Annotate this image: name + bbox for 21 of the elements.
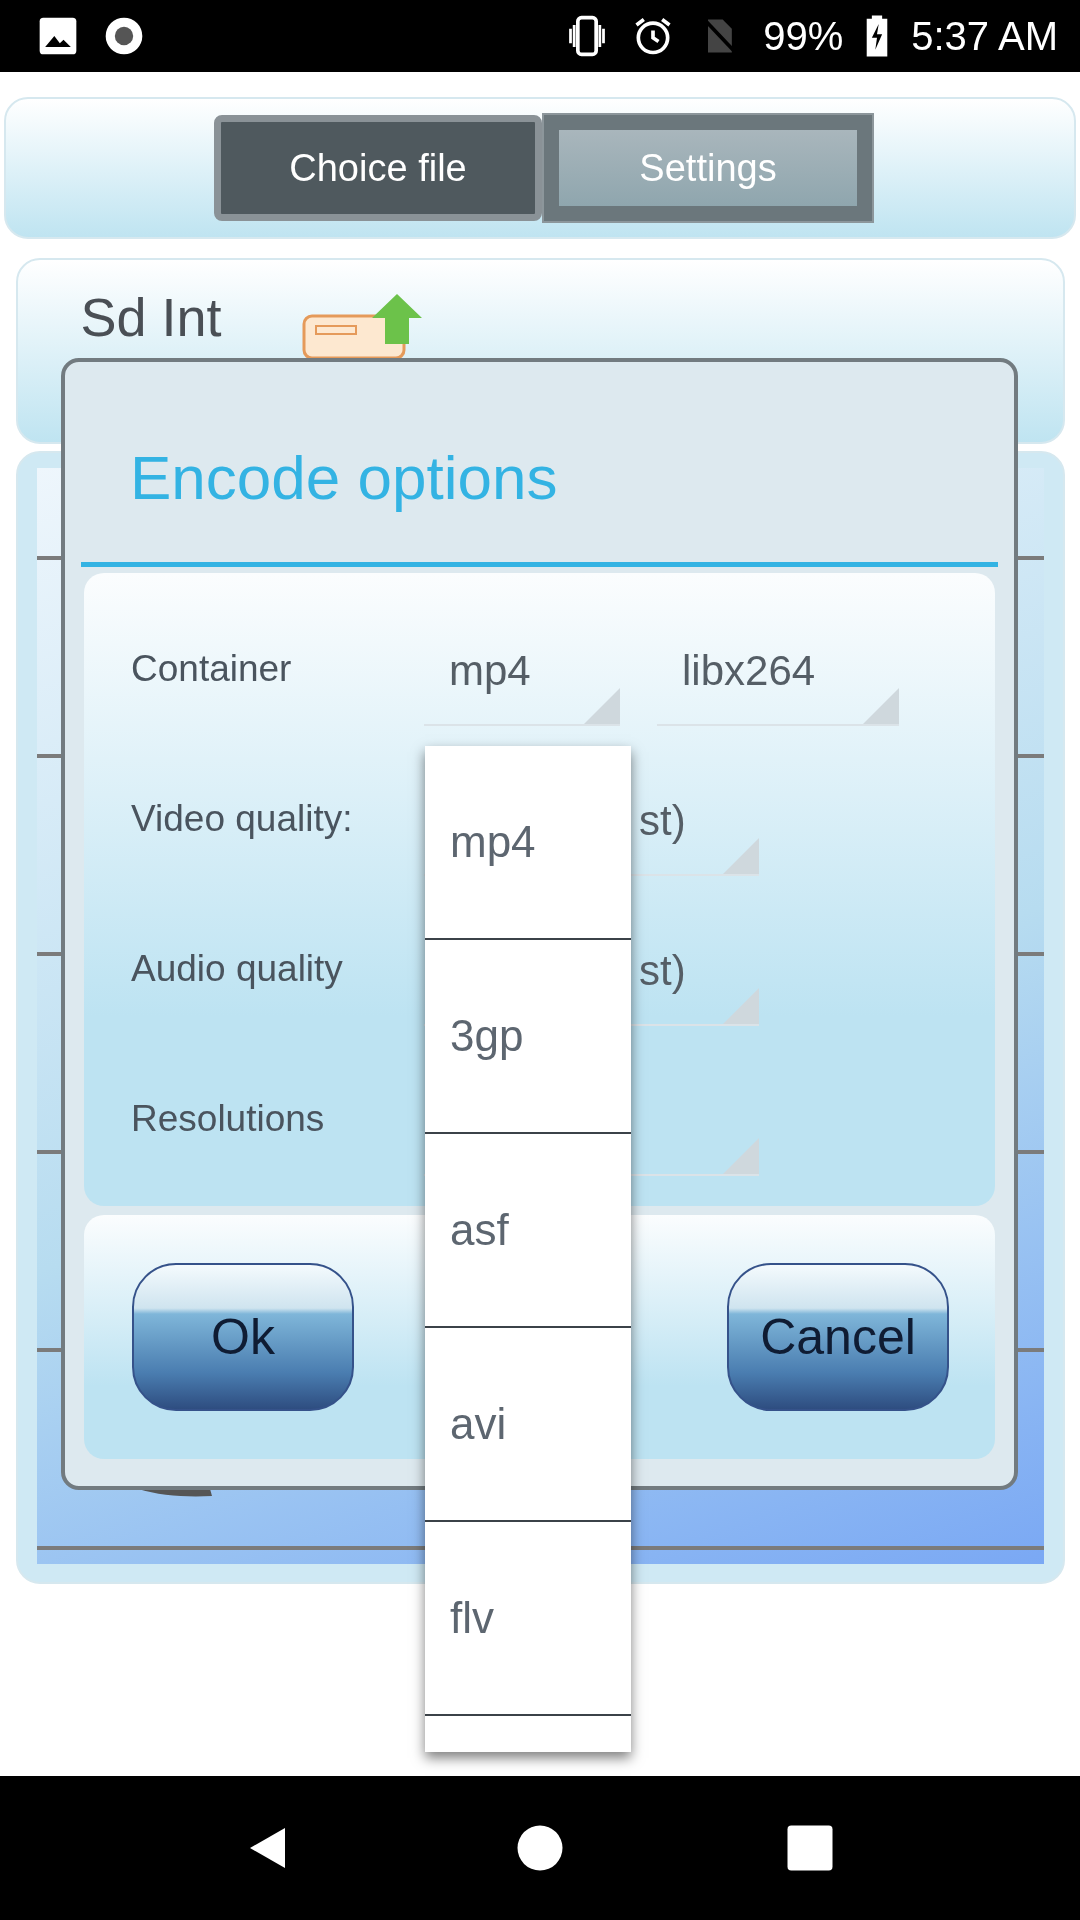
dropdown-field[interactable]: mp4 [424,602,620,726]
menu-item[interactable]: avi [425,1328,631,1522]
battery-percentage: 99% [763,13,844,59]
menu-item[interactable]: flv [425,1522,631,1716]
tab[interactable]: Choice file [214,115,542,221]
menu-item[interactable]: mp4 [425,746,631,940]
cancel-button[interactable]: Cancel [727,1263,949,1411]
dialog-title: Encode options [130,442,558,514]
battery-charging-icon [865,14,890,58]
recents-icon[interactable] [785,1823,835,1873]
menu-item[interactable]: asf [425,1134,631,1328]
home-icon[interactable] [515,1823,565,1873]
option-label: Video quality: [131,798,354,840]
ok-button[interactable]: Ok [132,1263,354,1411]
option-label: Audio quality [131,948,344,990]
dropdown-field[interactable]: libx264 [657,602,899,726]
menu-item[interactable]: 3gp [425,940,631,1134]
option-label: Resolutions [131,1098,326,1140]
option-label: Container [131,648,293,690]
storage-label: Sd Int [80,290,222,344]
clock-time: 5:37 AM [911,13,1058,59]
